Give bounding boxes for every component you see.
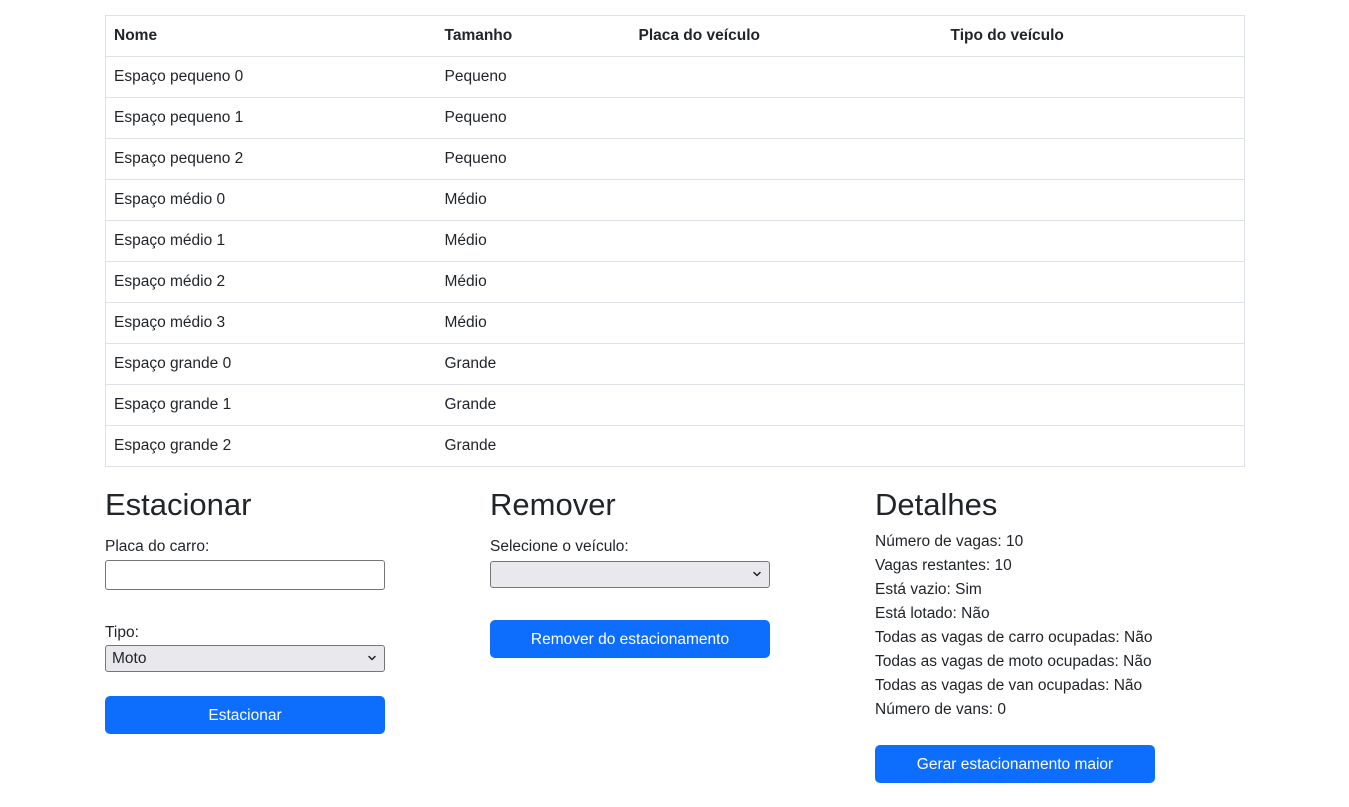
detail-is-full: Está lotado: Não — [875, 605, 990, 622]
cell-placa — [630, 97, 943, 139]
cell-tipo — [942, 138, 1245, 180]
table-row: Espaço grande 2 Grande — [105, 425, 1245, 467]
detail-van-count: Número de vans: 0 — [875, 701, 1006, 718]
cell-tipo — [942, 343, 1245, 385]
header-tipo: Tipo do veículo — [942, 15, 1245, 57]
details-list: Número de vagas: 10 Vagas restantes: 10 … — [875, 530, 1155, 722]
table-row: Espaço grande 0 Grande — [105, 343, 1245, 385]
detail-is-empty: Está vazio: Sim — [875, 581, 982, 598]
table-row: Espaço pequeno 2 Pequeno — [105, 138, 1245, 180]
table-row: Espaço pequeno 0 Pequeno — [105, 56, 1245, 98]
cell-tamanho: Médio — [436, 220, 631, 262]
cell-tamanho: Médio — [436, 179, 631, 221]
detail-car-spots-full: Todas as vagas de carro ocupadas: Não — [875, 629, 1153, 646]
cell-tamanho: Grande — [436, 384, 631, 426]
remove-title: Remover — [490, 487, 616, 522]
cell-tamanho: Grande — [436, 425, 631, 467]
detail-moto-spots-full: Todas as vagas de moto ocupadas: Não — [875, 653, 1152, 670]
cell-tipo — [942, 384, 1245, 426]
details-title: Detalhes — [875, 487, 998, 522]
cell-nome: Espaço médio 1 — [105, 220, 437, 262]
remove-section: Remover Selecione o veículo: Remover do … — [490, 487, 770, 658]
park-button[interactable]: Estacionar — [105, 696, 385, 734]
table-row: Espaço médio 0 Médio — [105, 179, 1245, 221]
detail-van-spots-full: Todas as vagas de van ocupadas: Não — [875, 677, 1143, 694]
park-title: Estacionar — [105, 487, 252, 522]
cell-tamanho: Médio — [436, 261, 631, 303]
cell-placa — [630, 261, 943, 303]
table-row: Espaço grande 1 Grande — [105, 384, 1245, 426]
cell-tamanho: Pequeno — [436, 97, 631, 139]
cell-tipo — [942, 179, 1245, 221]
table-header-row: Nome Tamanho Placa do veículo Tipo do ve… — [105, 15, 1245, 57]
select-vehicle-label: Selecione o veículo: — [490, 538, 629, 555]
cell-placa — [630, 343, 943, 385]
cell-tipo — [942, 302, 1245, 344]
header-tamanho: Tamanho — [436, 15, 631, 57]
vehicle-type-select[interactable]: Moto — [105, 645, 385, 672]
plate-label: Placa do carro: — [105, 538, 210, 555]
cell-placa — [630, 138, 943, 180]
cell-placa — [630, 179, 943, 221]
cell-tamanho: Pequeno — [436, 138, 631, 180]
header-nome: Nome — [105, 15, 437, 57]
cell-tipo — [942, 220, 1245, 262]
details-section: Detalhes Número de vagas: 10 Vagas resta… — [875, 487, 1155, 783]
cell-nome: Espaço pequeno 0 — [105, 56, 437, 98]
generate-bigger-parking-button[interactable]: Gerar estacionamento maior — [875, 745, 1155, 783]
type-label: Tipo: — [105, 624, 139, 641]
cell-tipo — [942, 56, 1245, 98]
cell-nome: Espaço médio 0 — [105, 179, 437, 221]
cell-nome: Espaço pequeno 2 — [105, 138, 437, 180]
cell-tamanho: Médio — [436, 302, 631, 344]
chevron-down-icon — [368, 655, 376, 661]
table-row: Espaço médio 3 Médio — [105, 302, 1245, 344]
cell-tipo — [942, 425, 1245, 467]
cell-tamanho: Pequeno — [436, 56, 631, 98]
vehicle-select[interactable] — [490, 561, 770, 588]
cell-tipo — [942, 97, 1245, 139]
table-row: Espaço médio 1 Médio — [105, 220, 1245, 262]
remove-button[interactable]: Remover do estacionamento — [490, 620, 770, 658]
detail-total-spots: Número de vagas: 10 — [875, 533, 1024, 550]
plate-input[interactable] — [105, 560, 385, 590]
cell-nome: Espaço grande 1 — [105, 384, 437, 426]
vehicle-type-selected: Moto — [112, 650, 147, 667]
cell-nome: Espaço pequeno 1 — [105, 97, 437, 139]
parking-table-container: Nome Tamanho Placa do veículo Tipo do ve… — [105, 15, 1245, 467]
cell-nome: Espaço grande 2 — [105, 425, 437, 467]
table-row: Espaço médio 2 Médio — [105, 261, 1245, 303]
cell-placa — [630, 384, 943, 426]
cell-tamanho: Grande — [436, 343, 631, 385]
cell-nome: Espaço médio 2 — [105, 261, 437, 303]
parking-spots-table: Nome Tamanho Placa do veículo Tipo do ve… — [105, 15, 1245, 467]
table-row: Espaço pequeno 1 Pequeno — [105, 97, 1245, 139]
park-section: Estacionar Placa do carro: Tipo: Moto Es… — [105, 487, 385, 734]
header-placa: Placa do veículo — [630, 15, 943, 57]
cell-tipo — [942, 261, 1245, 303]
cell-placa — [630, 302, 943, 344]
cell-placa — [630, 56, 943, 98]
cell-placa — [630, 425, 943, 467]
cell-placa — [630, 220, 943, 262]
chevron-down-icon — [753, 571, 761, 577]
detail-remaining-spots: Vagas restantes: 10 — [875, 557, 1012, 574]
cell-nome: Espaço médio 3 — [105, 302, 437, 344]
cell-nome: Espaço grande 0 — [105, 343, 437, 385]
